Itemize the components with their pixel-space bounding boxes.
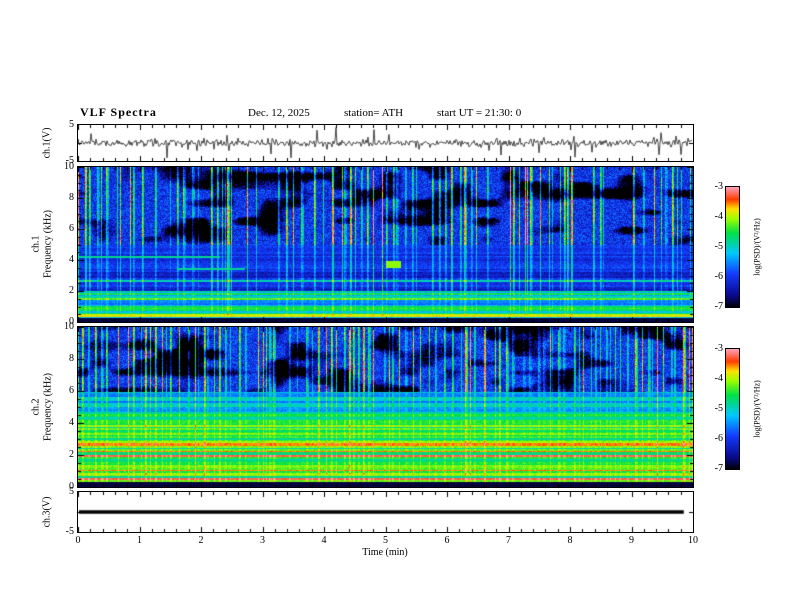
y-tick-label: -5 [714,403,723,414]
x-tick-label: 8 [567,535,573,546]
x-tick-label: 1 [137,535,142,546]
ch1-spectrogram-panel [77,166,694,323]
ch2-spectrogram-canvas [78,327,693,487]
y-tick-label: -5 [65,526,74,537]
x-tick-label: 3 [260,535,265,546]
x-tick-label: 0 [75,535,81,546]
time-axis-label: Time (min) [362,547,408,558]
y-tick-label: 4 [69,254,74,265]
x-tick-label: 4 [321,535,327,546]
y-tick-label: 5 [69,119,74,130]
figure-title: VLF Spectra [80,105,157,119]
y-tick-label: 2 [69,449,74,460]
station-label: station= ATH [344,107,404,119]
y-tick-label: -3 [714,181,723,192]
start-ut-label: start UT = 21:30: 0 [437,107,522,119]
y-tick-label: -5 [714,241,723,252]
y-tick-label: 4 [69,417,74,428]
ch1-frequency-axis-label: Frequency (kHz) [42,209,54,279]
ch1-waveform-canvas [78,125,693,161]
ch3-voltage-axis-label: ch.3(V) [41,496,53,528]
ch1-spectrogram-canvas [78,167,693,322]
ch3-waveform-canvas [78,492,693,532]
colorbar-ch2-canvas [726,349,739,469]
colorbar-ch1-label: log(PSD)/(V²/Hz) [752,218,762,276]
y-tick-label: 6 [69,385,74,396]
x-tick-label: 10 [688,535,698,546]
colorbar-ch2 [725,348,740,470]
y-tick-label: -7 [714,301,723,312]
x-tick-label: 5 [383,535,388,546]
y-tick-label: 8 [69,353,74,364]
colorbar-ch1 [725,186,740,308]
y-tick-label: -6 [714,271,723,282]
y-tick-label: 6 [69,223,74,234]
y-tick-label: 8 [69,192,74,203]
date-label: Dec. 12, 2025 [248,107,310,119]
ch2-spectrogram-panel [77,326,694,488]
ch3-waveform-panel [77,491,694,533]
ch1-channel-label: ch.1 [30,235,42,253]
y-tick-label: -4 [714,211,723,222]
y-tick-label: 2 [69,285,74,296]
y-tick-label: -5 [65,155,74,166]
ch2-frequency-axis-label: Frequency (kHz) [42,372,54,442]
x-tick-label: 9 [629,535,634,546]
y-tick-label: -4 [714,373,723,384]
vlf-spectra-figure: VLF Spectra Dec. 12, 2025 station= ATH s… [0,0,792,612]
x-tick-label: 6 [444,535,450,546]
y-tick-label: -7 [714,463,723,474]
ch2-channel-label: ch.2 [30,398,42,416]
y-tick-label: -6 [714,433,723,444]
y-tick-label: 5 [69,486,74,497]
x-tick-label: 7 [506,535,511,546]
colorbar-ch2-label: log(PSD)/(V²/Hz) [752,380,762,438]
y-tick-label: -3 [714,343,723,354]
ch1-waveform-panel [77,124,694,162]
colorbar-ch1-canvas [726,187,739,307]
ch1-voltage-axis-label: ch.1(V) [41,127,53,159]
y-tick-label: 10 [64,321,74,332]
x-tick-label: 2 [198,535,204,546]
